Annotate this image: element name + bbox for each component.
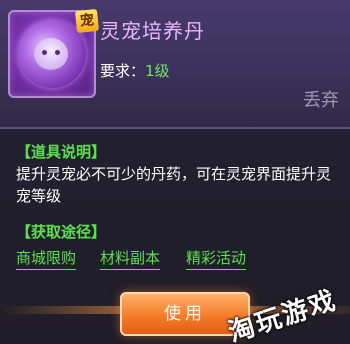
item-icon: 宠 bbox=[8, 8, 100, 98]
header-divider bbox=[0, 127, 350, 129]
description-text: 提升灵宠必不可少的丹药，可在灵宠界面提升灵宠等级 bbox=[16, 165, 332, 205]
button-decoration-left bbox=[0, 306, 120, 314]
watermark: 淘玩游戏 bbox=[224, 285, 341, 344]
requirement-value: 1级 bbox=[145, 62, 170, 80]
source-links: 商城限购 材料副本 精彩活动 bbox=[16, 247, 346, 270]
pet-badge: 宠 bbox=[74, 8, 100, 34]
source-link-shop[interactable]: 商城限购 bbox=[16, 247, 77, 270]
discard-button[interactable]: 丢弃 bbox=[296, 86, 346, 116]
description-title: 【道具说明】 bbox=[16, 143, 107, 161]
level-requirement: 要求：1级 bbox=[100, 60, 170, 81]
source-link-dungeon[interactable]: 材料副本 bbox=[100, 247, 161, 270]
item-tooltip-panel: 宠 灵宠培养丹 要求：1级 丢弃 【道具说明】 提升灵宠必不可少的丹药，可在灵宠… bbox=[0, 0, 350, 344]
pet-orb-icon bbox=[18, 20, 86, 88]
pet-face-icon bbox=[34, 38, 68, 70]
requirement-label: 要求： bbox=[100, 62, 146, 80]
source-link-event[interactable]: 精彩活动 bbox=[186, 247, 247, 270]
sources-title: 【获取途径】 bbox=[16, 223, 107, 241]
item-name: 灵宠培养丹 bbox=[100, 19, 205, 43]
